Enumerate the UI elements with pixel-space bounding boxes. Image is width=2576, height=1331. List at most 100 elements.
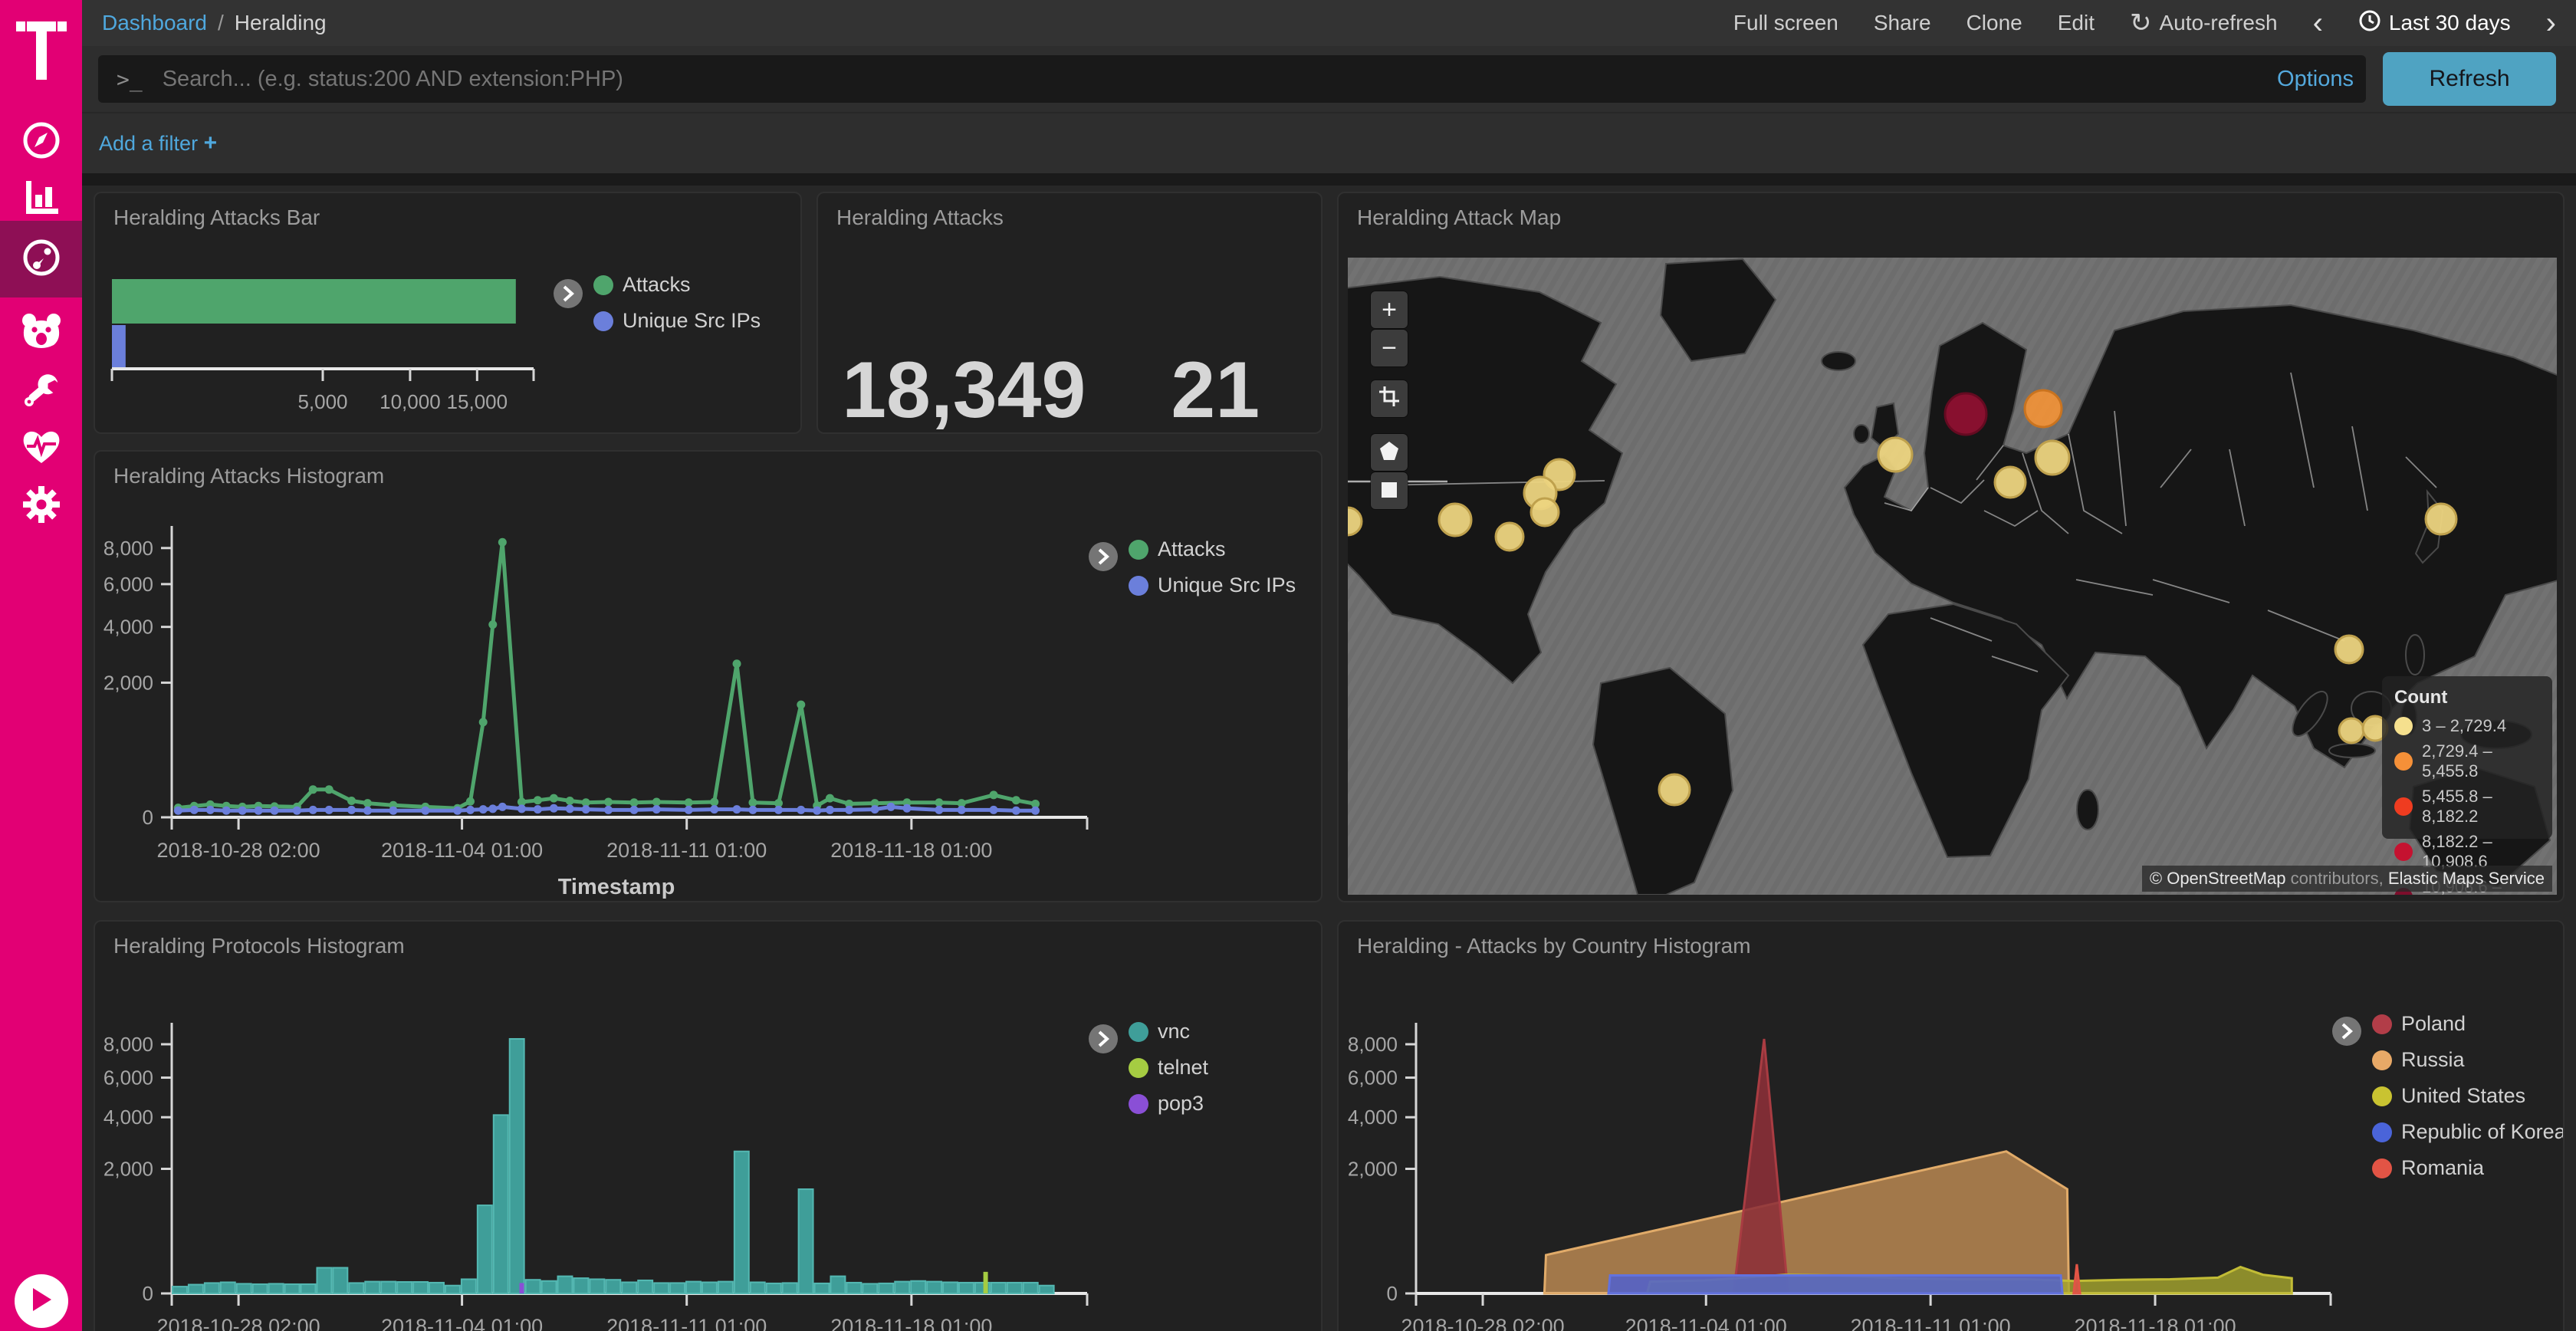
- query-bar: >_ Search... (e.g. status:200 AND extens…: [82, 46, 2576, 112]
- share-button[interactable]: Share: [1874, 11, 1931, 35]
- legend-item-telnet[interactable]: telnet: [1129, 1056, 1208, 1080]
- legend-item-romania[interactable]: Romania: [2372, 1156, 2564, 1180]
- breadcrumb-dashboard-link[interactable]: Dashboard: [102, 11, 207, 35]
- chart-legend: vnc telnet pop3: [1129, 1020, 1208, 1128]
- legend-dot: [2394, 843, 2413, 861]
- options-link[interactable]: Options: [2277, 46, 2354, 112]
- add-filter-button[interactable]: Add a filter +: [99, 130, 217, 156]
- panel-heralding-protocols-histogram: Heralding Protocols Histogram 02,0004,00…: [94, 920, 1322, 1331]
- metric-value: 18,349: [818, 350, 1109, 430]
- svg-text:2018-11-04 01:00: 2018-11-04 01:00: [381, 1315, 543, 1331]
- legend-item-attacks[interactable]: Attacks: [1129, 537, 1296, 561]
- attack-location-circle[interactable]: [1439, 504, 1471, 536]
- panel-heralding-attack-map: Heralding Attack Map: [1337, 192, 2564, 902]
- svg-text:2018-11-04 01:00: 2018-11-04 01:00: [381, 839, 543, 862]
- clone-button[interactable]: Clone: [1967, 11, 2022, 35]
- legend-dot: [1129, 1094, 1148, 1114]
- legend-item-vnc[interactable]: vnc: [1129, 1020, 1208, 1043]
- legend-item-russia[interactable]: Russia: [2372, 1048, 2564, 1072]
- time-range-picker[interactable]: Last 30 days: [2358, 9, 2511, 38]
- map-count-legend: Count 3 – 2,729.42,729.4 – 5,455.85,455.…: [2382, 676, 2552, 839]
- legend-dot: [2394, 797, 2413, 816]
- map-zoom-in-button[interactable]: +: [1371, 291, 1408, 328]
- attack-location-circle[interactable]: [1531, 498, 1559, 526]
- filter-bar: Add a filter +: [82, 112, 2576, 173]
- legend-item-republic-of-korea[interactable]: Republic of Korea: [2372, 1120, 2564, 1144]
- legend-item-pop3[interactable]: pop3: [1129, 1092, 1208, 1116]
- chart-legend: Attacks Unique Src IPs: [593, 273, 761, 345]
- map-crop-button[interactable]: [1371, 380, 1408, 417]
- attack-location-circle[interactable]: [1659, 774, 1690, 805]
- map-draw-polygon-button[interactable]: [1371, 434, 1408, 471]
- svg-text:6,000: 6,000: [1348, 1066, 1398, 1089]
- legend-toggle-arrow-icon[interactable]: [1089, 1024, 1118, 1053]
- panel-heralding-attacks-bar: Heralding Attacks Bar 5,00010,00015,000A…: [94, 192, 802, 434]
- legend-item-poland[interactable]: Poland: [2372, 1012, 2564, 1036]
- time-forward-button[interactable]: ›: [2546, 12, 2556, 34]
- svg-text:8,000: 8,000: [104, 537, 153, 560]
- heartbeat-icon: [21, 428, 62, 470]
- attack-location-circle[interactable]: [2339, 718, 2364, 743]
- elastic-maps-service-link[interactable]: Elastic Maps Service: [2388, 869, 2545, 888]
- attack-location-circle[interactable]: [1945, 393, 1986, 435]
- panel-title: Heralding Attacks: [836, 205, 1004, 230]
- sidebar-collapse-button[interactable]: [15, 1274, 68, 1328]
- legend-dot: [593, 311, 613, 331]
- legend-dot: [593, 275, 613, 295]
- search-input[interactable]: >_ Search... (e.g. status:200 AND extens…: [98, 55, 2366, 103]
- panel-heralding-attacks-histogram: Heralding Attacks Histogram 02,0004,0006…: [94, 450, 1322, 902]
- legend-toggle-arrow-icon[interactable]: [554, 279, 583, 308]
- world-map[interactable]: + − Count 3 – 2,729.42,729.4 – 5,455.85,…: [1348, 258, 2557, 895]
- legend-item-attacks[interactable]: Attacks: [593, 273, 761, 297]
- time-back-button[interactable]: ‹: [2313, 12, 2323, 34]
- sidebar-item-dashboard[interactable]: [0, 221, 82, 297]
- attack-location-circle[interactable]: [1496, 523, 1523, 550]
- attack-location-circle[interactable]: [1995, 467, 2026, 498]
- map-attribution: © OpenStreetMap contributors, Elastic Ma…: [2142, 866, 2552, 892]
- attack-location-circle[interactable]: [2025, 390, 2062, 427]
- legend-toggle-arrow-icon[interactable]: [1089, 542, 1118, 571]
- openstreetmap-link[interactable]: © OpenStreetMap: [2150, 869, 2286, 888]
- polygon-icon: [1379, 438, 1399, 468]
- attack-location-circle[interactable]: [2036, 441, 2069, 475]
- svg-text:2018-11-11 01:00: 2018-11-11 01:00: [606, 839, 767, 862]
- svg-text:4,000: 4,000: [104, 1106, 153, 1129]
- rectangle-icon: [1380, 476, 1398, 506]
- legend-item-unique-src-ips[interactable]: Unique Src IPs: [1129, 573, 1296, 597]
- legend-title: Count: [2394, 687, 2540, 708]
- map-legend-row: 5,455.8 – 8,182.2: [2394, 787, 2540, 827]
- attack-location-circle[interactable]: [2335, 636, 2363, 663]
- svg-text:2,000: 2,000: [1348, 1158, 1398, 1181]
- svg-text:2018-10-28 02:00: 2018-10-28 02:00: [157, 839, 320, 862]
- divider: [82, 173, 2576, 186]
- full-screen-button[interactable]: Full screen: [1733, 11, 1838, 35]
- attack-location-circle[interactable]: [1878, 438, 1912, 472]
- edit-button[interactable]: Edit: [2058, 11, 2095, 35]
- legend-dot: [1129, 1058, 1148, 1078]
- attack-location-circle[interactable]: [2426, 504, 2456, 534]
- map-zoom-out-button[interactable]: −: [1371, 330, 1408, 366]
- bar-chart-icon: [21, 178, 61, 222]
- map-draw-rectangle-button[interactable]: [1371, 472, 1408, 509]
- svg-text:0: 0: [143, 1282, 153, 1305]
- legend-dot: [2394, 717, 2413, 735]
- legend-item-unique-src-ips[interactable]: Unique Src IPs: [593, 309, 761, 333]
- telekom-logo[interactable]: [0, 12, 82, 86]
- breadcrumb-separator: /: [218, 11, 224, 35]
- metric-unique-src-ips: 21 Unique Src IPs: [1109, 350, 1321, 434]
- legend-dot: [1129, 540, 1148, 560]
- chart-legend: Attacks Unique Src IPs: [1129, 537, 1296, 610]
- auto-refresh-button[interactable]: ↻ Auto-refresh: [2130, 8, 2278, 38]
- legend-dot: [2372, 1050, 2392, 1070]
- legend-toggle-arrow-icon[interactable]: [2332, 1017, 2361, 1046]
- wrench-icon: [21, 370, 61, 413]
- bear-icon: [20, 313, 63, 355]
- legend-dot: [1129, 576, 1148, 596]
- svg-text:5,000: 5,000: [297, 390, 347, 413]
- sidebar-item-management[interactable]: [0, 472, 82, 541]
- terminal-prompt-icon: >_: [117, 67, 143, 92]
- breadcrumb-current: Heralding: [235, 11, 327, 35]
- legend-item-united-states[interactable]: United States: [2372, 1084, 2564, 1108]
- gauge-icon: [21, 237, 62, 282]
- refresh-button[interactable]: Refresh: [2383, 52, 2556, 106]
